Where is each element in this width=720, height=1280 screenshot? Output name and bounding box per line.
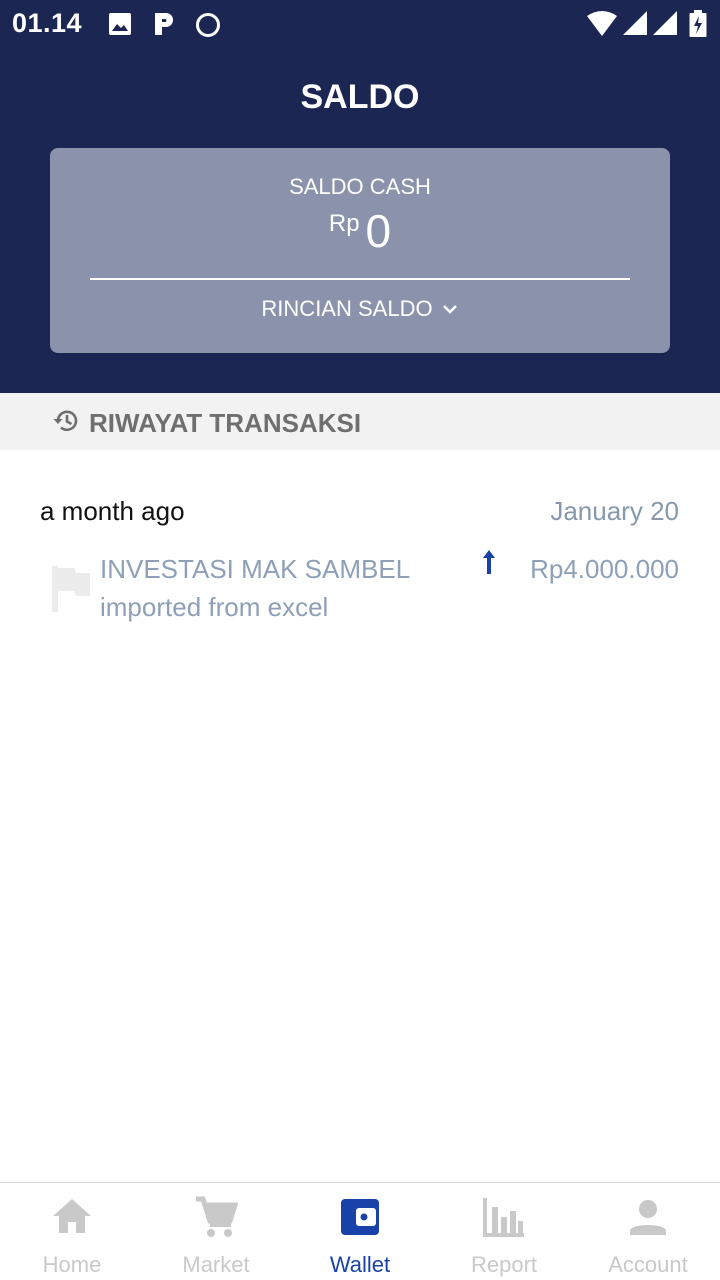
rincian-saldo-label: RINCIAN SALDO: [261, 296, 433, 321]
nav-account[interactable]: Account: [576, 1183, 720, 1280]
signal-icon: [622, 10, 648, 41]
nav-report[interactable]: Report: [432, 1183, 576, 1280]
bottom-navigation: Home Market Wallet Report Account: [0, 1182, 720, 1280]
saldo-value: 0: [365, 205, 392, 257]
saldo-divider: [90, 278, 630, 280]
status-time: 01.14: [12, 8, 83, 38]
wifi-icon: [586, 10, 618, 43]
bar-chart-icon: [482, 1195, 526, 1244]
person-icon: [626, 1195, 670, 1244]
group-relative-time: a month ago: [40, 496, 185, 526]
nav-wallet[interactable]: Wallet: [288, 1183, 432, 1280]
transaction-history-header: RIWAYAT TRANSAKSI: [0, 393, 720, 450]
history-icon: [52, 407, 80, 440]
parking-icon: [152, 12, 176, 41]
nav-market[interactable]: Market: [144, 1183, 288, 1280]
cart-icon: [194, 1195, 239, 1244]
home-icon: [50, 1195, 94, 1244]
image-icon: [108, 12, 132, 41]
group-date: January 20: [550, 496, 679, 526]
transaction-amount: Rp4.000.000: [530, 554, 679, 584]
flag-icon: [52, 566, 92, 617]
saldo-cash-label: SALDO CASH: [289, 174, 431, 199]
nav-account-label: Account: [608, 1252, 688, 1277]
nav-home-label: Home: [42, 1252, 102, 1277]
header: 01.14 SALDO SALDO CASH Rp 0 RINCIAN SALD…: [0, 0, 720, 393]
nav-wallet-label: Wallet: [329, 1252, 391, 1277]
status-bar: 01.14: [0, 0, 720, 50]
transaction-subtitle: imported from excel: [100, 592, 329, 622]
battery-charging-icon: [688, 10, 708, 43]
circle-icon: [195, 12, 221, 43]
saldo-currency: Rp: [328, 210, 360, 237]
nav-report-label: Report: [470, 1252, 538, 1277]
transaction-title[interactable]: INVESTASI MAK SAMBEL: [100, 554, 410, 585]
nav-home[interactable]: Home: [0, 1183, 144, 1280]
arrow-up-icon: [479, 548, 499, 581]
saldo-amount: Rp 0: [50, 204, 670, 258]
saldo-card: SALDO CASH Rp 0 RINCIAN SALDO: [50, 148, 670, 353]
wallet-icon: [338, 1195, 382, 1244]
chevron-down-icon: [442, 305, 457, 314]
transaction-history-title: RIWAYAT TRANSAKSI: [89, 408, 362, 438]
rincian-saldo-button[interactable]: RINCIAN SALDO: [50, 296, 670, 322]
page-title: SALDO: [300, 78, 420, 116]
signal-icon: [652, 10, 678, 41]
nav-market-label: Market: [182, 1252, 250, 1277]
